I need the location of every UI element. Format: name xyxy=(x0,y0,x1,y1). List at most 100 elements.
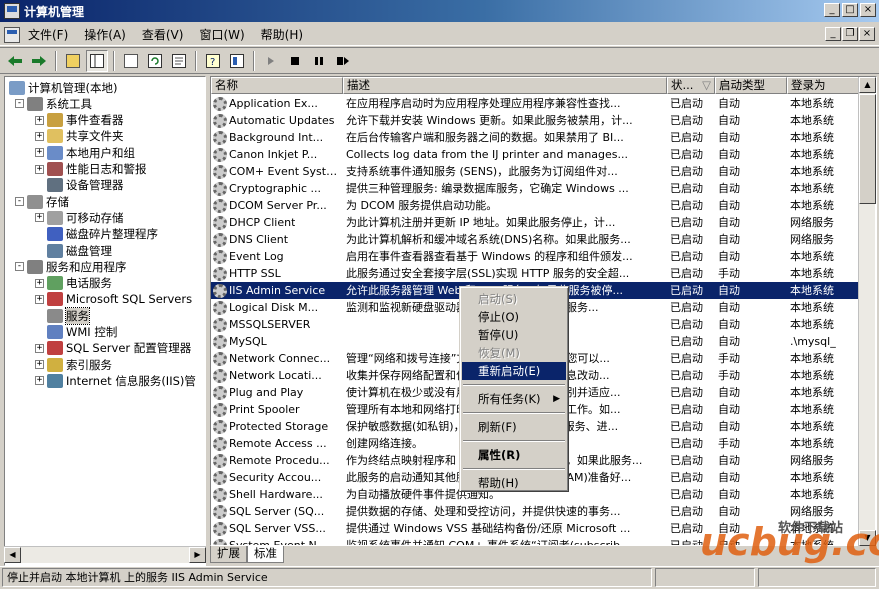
maximize-button[interactable]: □ xyxy=(842,3,858,17)
service-row[interactable]: Background Int... 在后台传输客户端和服务器之间的数据。如果禁用了… xyxy=(211,129,859,146)
minimize-button[interactable]: _ xyxy=(824,3,840,17)
menu-help[interactable]: 帮助(H) xyxy=(253,25,311,45)
service-row[interactable]: Canon Inkjet P... Collects log data from … xyxy=(211,146,859,163)
start-service-icon[interactable] xyxy=(260,50,282,72)
show-tree-icon[interactable] xyxy=(86,49,108,72)
service-row[interactable]: DCOM Server Pr... 为 DCOM 服务提供启动功能。 已启动 自动 本地… xyxy=(211,197,859,214)
expand-icon[interactable]: + xyxy=(35,278,44,288)
service-row[interactable]: COM+ Event System 支持系统事件通知服务 (SENS)，此服务为订… xyxy=(211,163,859,180)
help-topics-icon[interactable] xyxy=(226,50,248,72)
tree-item[interactable]: - 服务和应用程序 xyxy=(15,258,127,275)
tree-item[interactable]: - 存储 xyxy=(15,193,69,210)
menu-view[interactable]: 查看(V) xyxy=(134,25,192,45)
expand-icon[interactable]: + xyxy=(35,294,44,304)
scroll-thumb[interactable] xyxy=(859,94,876,204)
view-tabs: 扩展 标准 xyxy=(210,546,284,564)
menu-window[interactable]: 窗口(W) xyxy=(191,25,252,45)
tree-item[interactable]: + Microsoft SQL Servers xyxy=(35,291,192,308)
column-header-log-on-as[interactable]: 登录为 xyxy=(787,77,861,94)
expand-icon[interactable]: + xyxy=(35,376,44,386)
tree-item[interactable]: + 可移动存储 xyxy=(35,209,124,226)
scroll-up-button[interactable]: ▲ xyxy=(859,77,876,93)
service-name-cell: MSSQLSERVER xyxy=(211,316,343,333)
scroll-left-button[interactable]: ◀ xyxy=(4,547,21,563)
mdi-minimize-button[interactable]: _ xyxy=(825,27,841,41)
mdi-restore-button[interactable]: ❐ xyxy=(842,27,858,41)
context-menu-item[interactable]: 帮助(H) xyxy=(462,474,566,492)
service-row[interactable]: SQL Server (SQ... 提供数据的存储、处理和受控访问，并提供快速的事… xyxy=(211,503,859,520)
column-header-name[interactable]: 名称 xyxy=(211,77,343,94)
tree-item[interactable]: 磁盘管理 xyxy=(35,242,112,259)
pause-service-icon[interactable] xyxy=(308,50,330,72)
tree-item[interactable]: 计算机管理(本地) xyxy=(9,79,117,96)
tree-item[interactable]: + SQL Server 配置管理器 xyxy=(35,340,191,357)
close-button[interactable]: × xyxy=(860,3,876,17)
expand-icon[interactable]: + xyxy=(35,213,44,223)
restart-service-icon[interactable] xyxy=(332,50,354,72)
service-row[interactable]: Event Log 启用在事件查看器查看基于 Windows 的程序和组件颁发..… xyxy=(211,248,859,265)
service-name-cell: Print Spooler xyxy=(211,401,343,418)
context-menu-item[interactable]: 暂停(U) xyxy=(462,326,566,344)
context-menu-item-label: 停止(O) xyxy=(478,310,520,324)
tree-item-label: 本地用户和组 xyxy=(66,145,135,160)
services-vertical-scrollbar[interactable]: ▲ ▼ xyxy=(858,77,876,546)
service-row[interactable]: HTTP SSL 此服务通过安全套接字层(SSL)实现 HTTP 服务的安全超..… xyxy=(211,265,859,282)
expand-icon[interactable]: + xyxy=(35,343,44,353)
column-header-status[interactable]: 状... ▽ xyxy=(667,77,715,94)
service-gear-icon xyxy=(213,334,227,349)
help-icon[interactable]: ? xyxy=(202,50,224,72)
service-row[interactable]: Cryptographic ... 提供三种管理服务: 编录数据库服务，它确定 W… xyxy=(211,180,859,197)
tree-item[interactable]: 设备管理器 xyxy=(35,177,124,194)
service-name: IIS Admin Service xyxy=(229,284,326,297)
service-startup-type: 自动 xyxy=(718,301,740,314)
context-menu-item[interactable]: 属性(R) xyxy=(462,446,566,464)
context-menu-item[interactable]: 所有任务(K) ▶ xyxy=(462,390,566,408)
tab-standard[interactable]: 标准 xyxy=(247,546,284,563)
scroll-right-button[interactable]: ▶ xyxy=(189,547,206,563)
tree-item[interactable]: + 电话服务 xyxy=(35,275,112,292)
tree-item[interactable]: - 系统工具 xyxy=(15,95,92,112)
tree-item[interactable]: 磁盘碎片整理程序 xyxy=(35,226,158,243)
service-row[interactable]: DNS Client 为此计算机解析和缓冲域名系统(DNS)名称。如果此服务...… xyxy=(211,231,859,248)
mdi-close-button[interactable]: × xyxy=(859,27,875,41)
service-row[interactable]: Application Ex... 在应用程序启动时为应用程序处理应用程序兼容性查… xyxy=(211,95,859,112)
context-menu-item[interactable]: 重新启动(E) xyxy=(462,362,566,380)
tree-item[interactable]: + 性能日志和警报 xyxy=(35,161,147,178)
tree-item[interactable]: WMI 控制 xyxy=(35,324,117,341)
expand-icon[interactable]: + xyxy=(35,164,44,174)
collapse-icon[interactable]: - xyxy=(15,99,24,109)
service-log-on-as: 本地系统 xyxy=(790,488,834,501)
tree-item[interactable]: + 本地用户和组 xyxy=(35,144,135,161)
tree-item-label: SQL Server 配置管理器 xyxy=(66,341,192,356)
column-header-startup-type[interactable]: 启动类型 xyxy=(715,77,787,94)
tree-item[interactable]: + Internet 信息服务(IIS)管 xyxy=(35,372,196,389)
expand-icon[interactable]: + xyxy=(35,148,44,158)
expand-icon[interactable]: + xyxy=(35,360,44,370)
tree-item[interactable]: + 共享文件夹 xyxy=(35,128,124,145)
expand-icon[interactable]: + xyxy=(35,115,44,125)
back-arrow-icon[interactable] xyxy=(4,50,26,72)
context-menu-item[interactable]: 刷新(F) xyxy=(462,418,566,436)
refresh-icon[interactable] xyxy=(144,50,166,72)
properties-icon[interactable] xyxy=(120,50,142,72)
service-row[interactable]: DHCP Client 为此计算机注册并更新 IP 地址。如果此服务停止，计...… xyxy=(211,214,859,231)
tab-extended[interactable]: 扩展 xyxy=(210,546,247,563)
export-icon[interactable] xyxy=(168,50,190,72)
column-header-description[interactable]: 描述 xyxy=(343,77,667,94)
collapse-icon[interactable]: - xyxy=(15,197,24,207)
tree-item[interactable]: + 索引服务 xyxy=(35,356,112,373)
context-menu-item[interactable]: 停止(O) xyxy=(462,308,566,326)
tree-horizontal-scrollbar[interactable]: ◀ ▶ xyxy=(4,546,206,563)
forward-arrow-icon[interactable] xyxy=(28,50,50,72)
stop-service-icon[interactable] xyxy=(284,50,306,72)
tree-item[interactable]: + 事件查看器 xyxy=(35,112,124,129)
service-status: 已启动 xyxy=(670,471,703,484)
up-folder-icon[interactable] xyxy=(62,50,84,72)
tree-item[interactable]: 服务 xyxy=(35,306,90,325)
menu-action[interactable]: 操作(A) xyxy=(76,25,134,45)
menu-file[interactable]: 文件(F) xyxy=(20,25,76,45)
expand-icon[interactable]: + xyxy=(35,131,44,141)
service-row[interactable]: Automatic Updates 允许下载并安装 Windows 更新。如果此服… xyxy=(211,112,859,129)
collapse-icon[interactable]: - xyxy=(15,262,24,272)
document-icon[interactable] xyxy=(4,26,20,43)
